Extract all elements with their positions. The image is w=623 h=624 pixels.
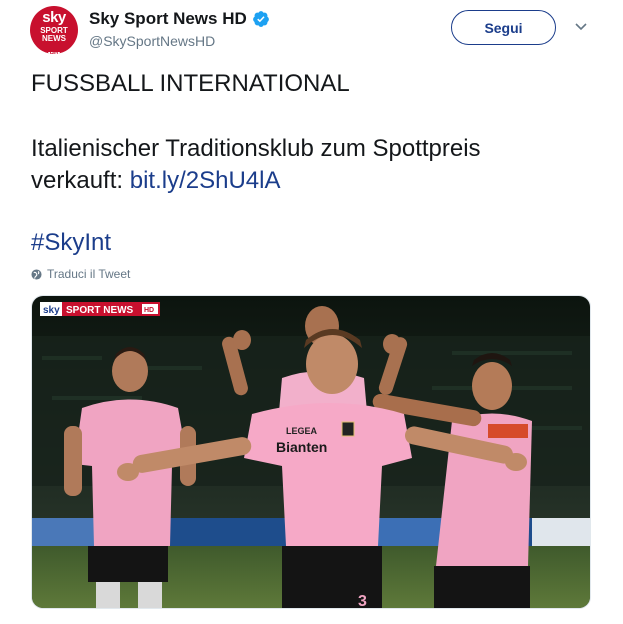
translate-tweet[interactable]: Traduci il Tweet [31, 267, 130, 281]
tweet-body-prefix: verkauft: [31, 167, 130, 194]
svg-text:SPORT NEWS: SPORT NEWS [66, 305, 134, 316]
celebration-photo: LEGEA Bianten 3 sky SPORT NEWS HD [32, 296, 590, 609]
display-name-text[interactable]: Sky Sport News HD [89, 9, 247, 29]
kit-sponsor-text: Bianten [276, 439, 327, 455]
translate-label[interactable]: Traduci il Tweet [47, 267, 130, 281]
kit-brand-text: LEGEA [286, 426, 318, 436]
account-handle[interactable]: @SkySportNewsHD [89, 33, 215, 49]
svg-text:HD: HD [144, 307, 154, 314]
avatar-hd-text: HD [47, 52, 61, 54]
follow-button[interactable]: Segui [451, 10, 556, 45]
svg-text:sky: sky [43, 305, 60, 316]
display-name[interactable]: Sky Sport News HD [89, 9, 270, 29]
tweet-photo[interactable]: LEGEA Bianten 3 sky SPORT NEWS HD [31, 295, 591, 609]
tweet-heading: FUSSBALL INTERNATIONAL [31, 70, 350, 97]
avatar-news-text: NEWS [42, 34, 66, 43]
avatar-sky-text: sky [42, 9, 66, 26]
tweet-body: Italienischer Traditionsklub zum Spottpr… [31, 135, 481, 162]
chevron-down-icon[interactable] [574, 22, 588, 32]
broadcast-logo: sky SPORT NEWS HD [40, 302, 160, 316]
tweet-body-line2: verkauft: bit.ly/2ShU4lA [31, 165, 280, 197]
verified-badge-icon [252, 11, 269, 27]
avatar[interactable]: sky SPORT NEWS HD [30, 6, 78, 54]
globe-icon [31, 268, 42, 280]
tweet-link[interactable]: bit.ly/2ShU4lA [130, 167, 281, 194]
hashtag-link[interactable]: #SkyInt [31, 227, 111, 259]
shorts-number: 3 [358, 593, 367, 609]
